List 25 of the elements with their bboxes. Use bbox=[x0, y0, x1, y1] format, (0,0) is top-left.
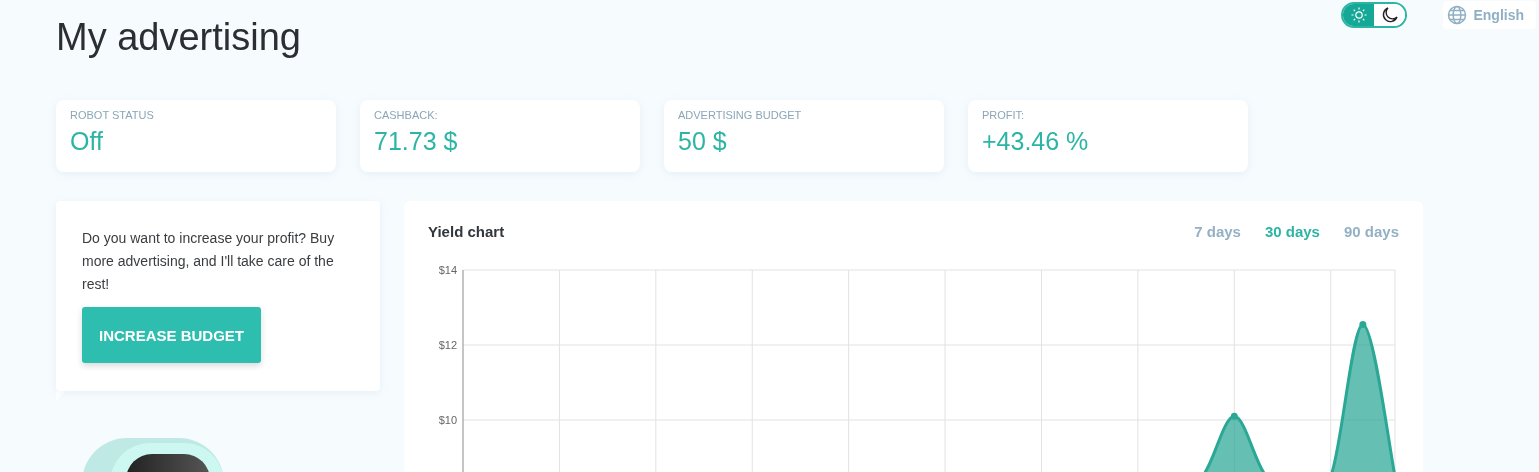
period-tab[interactable]: 7 days bbox=[1194, 223, 1241, 240]
axis-label: $14 bbox=[438, 264, 457, 276]
sun-icon bbox=[1350, 7, 1367, 23]
stat-value: 71.73 $ bbox=[374, 127, 459, 156]
theme-toggle[interactable] bbox=[1341, 2, 1408, 28]
increase-budget-button[interactable]: INCREASE BUDGET bbox=[82, 307, 261, 363]
moon-icon bbox=[1380, 6, 1399, 24]
promo-text: Do you want to increase your profit? Buy more advertising, and I'll take care of the rest! bbox=[82, 229, 336, 294]
stat-label: CASHBACK: bbox=[374, 109, 439, 121]
stat-label: ROBOT STATUS bbox=[70, 109, 155, 121]
stat-label: ADVERTISING BUDGET bbox=[678, 109, 803, 121]
data-point bbox=[1359, 320, 1367, 328]
language-button[interactable]: English bbox=[1443, 1, 1536, 29]
chart-title: Yield chart bbox=[428, 223, 505, 240]
axis-label: $10 bbox=[438, 414, 457, 426]
stat-value: +43.46 % bbox=[982, 127, 1090, 156]
theme-option[interactable] bbox=[1374, 4, 1406, 26]
period-tab[interactable]: 30 days bbox=[1264, 223, 1320, 240]
stat-label: PROFIT: bbox=[982, 109, 1026, 121]
period-tab[interactable]: 90 days bbox=[1343, 223, 1399, 240]
stat-value: 50 $ bbox=[678, 127, 728, 156]
axis-label: $12 bbox=[438, 339, 457, 351]
data-point bbox=[1230, 412, 1238, 420]
globe-icon bbox=[1447, 5, 1468, 25]
stat-value: Off bbox=[70, 127, 104, 156]
